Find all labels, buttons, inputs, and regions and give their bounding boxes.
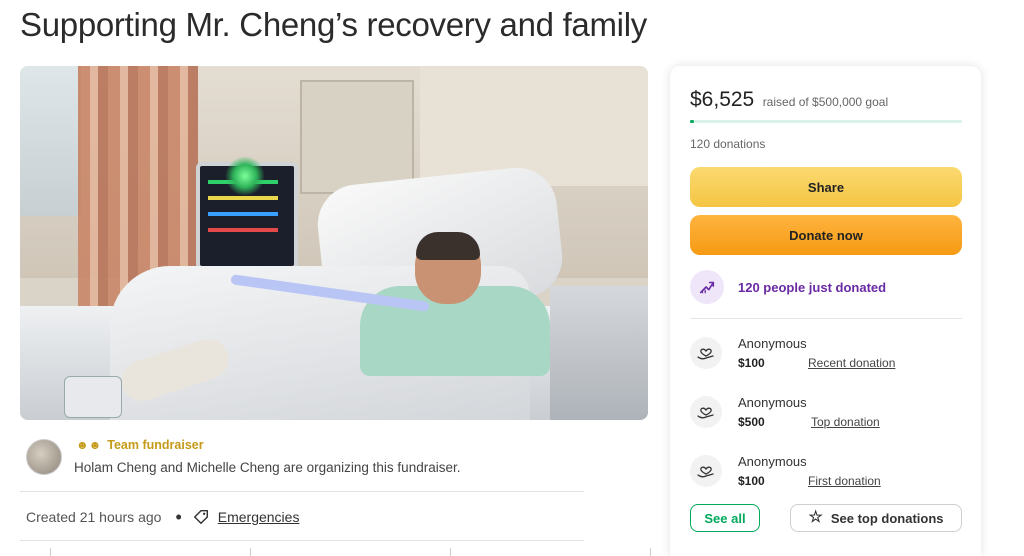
heart-hand-icon [690,337,722,369]
donation-amount: $100 [738,474,765,488]
organizer-description: Holam Cheng and Michelle Cheng are organ… [74,460,461,475]
progress-bar [690,120,962,123]
donation-type-link[interactable]: Top donation [811,415,880,429]
page-title: Supporting Mr. Cheng’s recovery and fami… [20,6,647,43]
see-top-donations-label: See top donations [830,510,944,526]
tag-icon [193,509,208,525]
donation-list-item: Anonymous $100 Recent donation [690,334,962,378]
share-button[interactable]: Share [690,167,962,207]
donor-name: Anonymous [738,395,807,410]
donation-list-item: Anonymous $500 Top donation [690,393,962,437]
team-icon: ☻☻ [76,438,102,452]
goal-text: raised of $500,000 goal [762,95,889,109]
trending-up-icon [690,270,724,304]
donation-list-item: Anonymous $100 First donation [690,452,962,496]
recent-activity: 120 people just donated [690,269,962,305]
raised-amount: $6,525 [690,88,755,111]
separator-dot: • [175,507,182,527]
donate-now-button[interactable]: Donate now [690,215,962,255]
organizer-section: ☻☻ Team fundraiser Holam Cheng and Michel… [26,436,586,492]
star-icon: ☆ [808,509,823,526]
donor-name: Anonymous [738,454,807,469]
created-time: Created 21 hours ago [26,509,162,525]
donations-count: 120 donations [690,137,766,151]
donation-card: $6,525 raised of $500,000 goal 120 donat… [670,66,981,556]
donation-amount: $100 [738,356,765,370]
progress-fill [690,120,694,123]
divider [20,540,584,541]
campaign-photo [20,66,648,420]
see-all-button[interactable]: See all [690,504,760,532]
organizer-avatar[interactable] [26,439,62,475]
raised-summary: $6,525 raised of $500,000 goal [690,88,888,112]
donation-type-link[interactable]: Recent donation [808,356,895,370]
footer-strip [0,548,660,556]
donor-name: Anonymous [738,336,807,351]
category-link[interactable]: Emergencies [218,509,300,525]
divider [20,491,584,492]
campaign-meta: Created 21 hours ago • Emergencies [26,508,299,526]
team-fundraiser-label: Team fundraiser [107,438,204,452]
see-top-donations-button[interactable]: ☆ See top donations [790,504,962,532]
divider [690,318,962,319]
heart-hand-icon [690,396,722,428]
donation-amount: $500 [738,415,765,429]
heart-hand-icon [690,455,722,487]
recent-activity-label: 120 people just donated [738,279,887,295]
team-fundraiser-badge: ☻☻ Team fundraiser [76,438,204,452]
donation-type-link[interactable]: First donation [808,474,881,488]
